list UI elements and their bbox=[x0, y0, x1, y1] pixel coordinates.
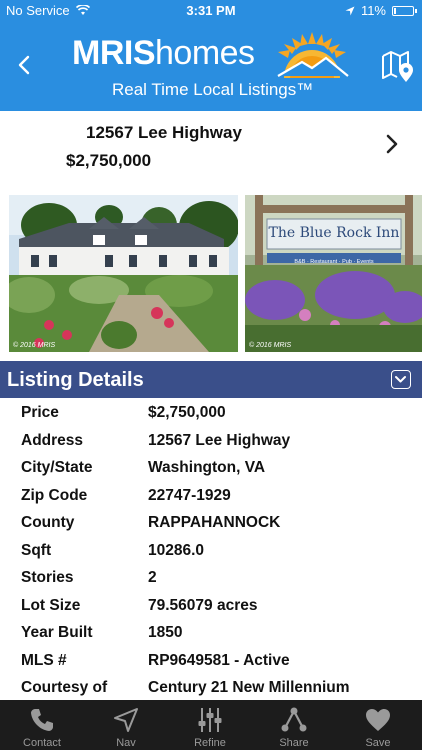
detail-value: Century 21 New Millennium bbox=[148, 679, 350, 696]
phone-icon bbox=[31, 709, 53, 731]
detail-label: Courtesy of bbox=[21, 679, 108, 696]
house-photo-image bbox=[9, 195, 238, 352]
share-icon bbox=[281, 707, 307, 732]
detail-label: County bbox=[21, 514, 75, 531]
tab-nav[interactable]: Nav bbox=[84, 700, 168, 750]
navigation-arrow-icon bbox=[114, 708, 138, 732]
listing-details-table: Price $2,750,000 Address 12567 Lee Highw… bbox=[0, 400, 422, 703]
battery-icon bbox=[392, 5, 417, 16]
collapse-button[interactable] bbox=[391, 370, 411, 389]
mris-homes-logo: MRIShomes Real Time Local Listings™ bbox=[72, 32, 362, 104]
tab-label: Share bbox=[279, 737, 309, 749]
detail-label: Zip Code bbox=[21, 486, 88, 504]
tab-save[interactable]: Save bbox=[336, 700, 420, 750]
listing-photo-sign[interactable]: The Blue Rock Inn B&B · Restaurant · Pub… bbox=[245, 195, 422, 352]
detail-row-sqft: Sqft 10286.0 bbox=[0, 538, 422, 566]
detail-value: 1850 bbox=[148, 624, 183, 641]
app-header: MRIShomes Real Time Local Listings™ bbox=[0, 22, 422, 111]
detail-label: Lot Size bbox=[21, 596, 81, 614]
photo-carousel[interactable]: © 2016 MRIS The Blue Rock Inn B&B · Rest… bbox=[0, 189, 422, 359]
detail-label: Year Built bbox=[21, 624, 93, 641]
detail-row-stories: Stories 2 bbox=[0, 565, 422, 593]
detail-value: $2,750,000 bbox=[148, 404, 226, 421]
section-title: Listing Details bbox=[7, 369, 144, 391]
detail-value: 79.56079 acres bbox=[148, 596, 258, 614]
photo-copyright: © 2016 MRIS bbox=[13, 342, 56, 349]
tab-label: Save bbox=[365, 737, 391, 749]
detail-value: Washington, VA bbox=[148, 459, 266, 476]
heart-icon bbox=[366, 709, 390, 731]
location-arrow-icon bbox=[345, 6, 355, 15]
sun-logo-icon bbox=[277, 32, 349, 78]
map-pin-icon[interactable] bbox=[380, 48, 414, 84]
detail-value: 10286.0 bbox=[148, 541, 205, 559]
tab-contact[interactable]: Contact bbox=[0, 700, 84, 750]
bottom-tab-bar: Contact Nav Refine Share Save bbox=[0, 700, 422, 750]
detail-row-courtesy: Courtesy of Century 21 New Millennium bbox=[0, 675, 422, 703]
detail-row-mls: MLS # RP9649581 - Active bbox=[0, 648, 422, 676]
chevron-down-icon bbox=[395, 376, 406, 383]
tab-share[interactable]: Share bbox=[252, 700, 336, 750]
status-right-group: 11% bbox=[345, 3, 417, 18]
logo-wordmark-light: homes bbox=[155, 34, 255, 72]
listing-photo-house[interactable]: © 2016 MRIS bbox=[9, 195, 238, 352]
tab-label: Refine bbox=[194, 737, 226, 749]
detail-value: RP9649581 - Active bbox=[148, 651, 290, 669]
detail-label: Sqft bbox=[21, 541, 52, 559]
logo-wordmark: MRIShomes bbox=[72, 34, 255, 73]
battery-percent: 11% bbox=[360, 3, 386, 18]
tab-label: Nav bbox=[116, 737, 136, 749]
detail-value: 12567 Lee Highway bbox=[148, 431, 291, 449]
detail-row-address: Address 12567 Lee Highway bbox=[0, 428, 422, 456]
detail-label: MLS # bbox=[21, 651, 67, 669]
detail-row-lot-size: Lot Size 79.56079 acres bbox=[0, 593, 422, 621]
logo-wordmark-bold: MRIS bbox=[72, 34, 156, 72]
photo-copyright: © 2016 MRIS bbox=[249, 342, 292, 349]
sign-photo-image bbox=[245, 195, 422, 352]
detail-label: Address bbox=[21, 431, 84, 449]
listing-address: 12567 Lee Highway bbox=[86, 123, 242, 142]
status-bar: No Service 3:31 PM 11% bbox=[0, 0, 422, 22]
sign-text: The Blue Rock Inn bbox=[268, 225, 400, 241]
detail-row-zip: Zip Code 22747-1929 bbox=[0, 483, 422, 511]
back-button[interactable] bbox=[10, 50, 40, 80]
detail-row-price: Price $2,750,000 bbox=[0, 400, 422, 428]
detail-label: City/State bbox=[21, 459, 93, 476]
detail-value: 22747-1929 bbox=[148, 486, 231, 504]
chevron-right-icon[interactable] bbox=[382, 131, 402, 157]
sliders-icon bbox=[198, 708, 222, 732]
battery-fill bbox=[394, 7, 396, 14]
detail-row-county: County RAPPAHANNOCK bbox=[0, 510, 422, 538]
listing-summary[interactable]: 12567 Lee Highway $2,750,000 bbox=[0, 111, 422, 189]
tab-refine[interactable]: Refine bbox=[168, 700, 252, 750]
listing-price: $2,750,000 bbox=[66, 151, 152, 170]
detail-value: RAPPAHANNOCK bbox=[148, 514, 281, 531]
tab-label: Contact bbox=[23, 737, 61, 749]
detail-value: 2 bbox=[148, 569, 157, 586]
detail-row-city-state: City/State Washington, VA bbox=[0, 455, 422, 483]
detail-label: Price bbox=[21, 404, 59, 421]
detail-row-year-built: Year Built 1850 bbox=[0, 620, 422, 648]
sign-subtext: B&B · Restaurant · Pub · Events bbox=[294, 259, 374, 265]
logo-tagline: Real Time Local Listings™ bbox=[112, 80, 314, 99]
listing-details-header[interactable]: Listing Details bbox=[0, 361, 422, 398]
detail-label: Stories bbox=[21, 569, 74, 586]
